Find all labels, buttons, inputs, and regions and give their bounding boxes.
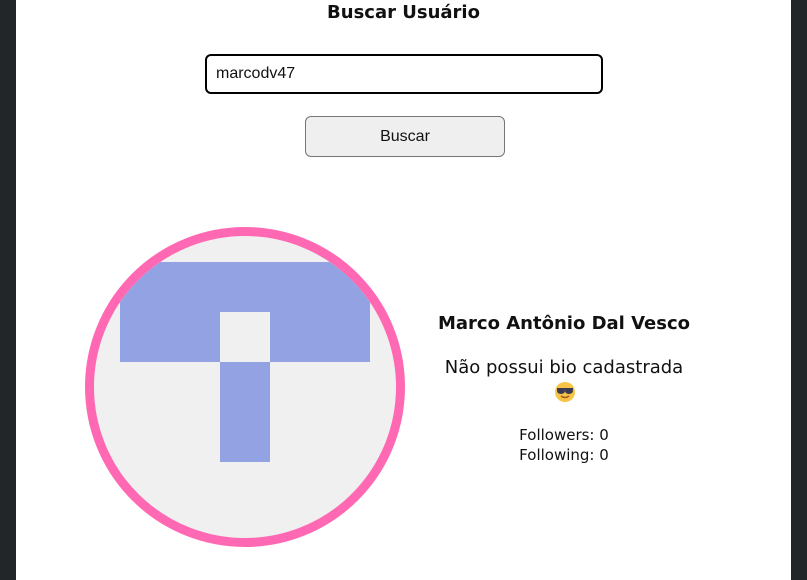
following-count: 0 xyxy=(599,446,609,464)
followers-stat: Followers: 0 xyxy=(414,425,714,445)
following-stat: Following: 0 xyxy=(414,445,714,465)
search-button[interactable]: Buscar xyxy=(305,116,505,157)
sunglasses-face-icon xyxy=(555,382,575,402)
followers-count: 0 xyxy=(599,426,609,444)
identicon-image xyxy=(120,262,370,462)
page-title: Buscar Usuário xyxy=(327,2,480,23)
profile-name: Marco Antônio Dal Vesco xyxy=(438,313,690,334)
username-search-input[interactable] xyxy=(205,54,603,94)
followers-label: Followers: xyxy=(519,426,595,444)
following-label: Following: xyxy=(519,446,595,464)
page: Buscar Usuário Buscar Marco Antônio Dal … xyxy=(16,0,791,580)
identicon-gap xyxy=(220,312,270,362)
profile-bio: Não possui bio cadastrada xyxy=(444,357,684,378)
identicon-block xyxy=(220,362,270,462)
avatar xyxy=(85,227,405,547)
